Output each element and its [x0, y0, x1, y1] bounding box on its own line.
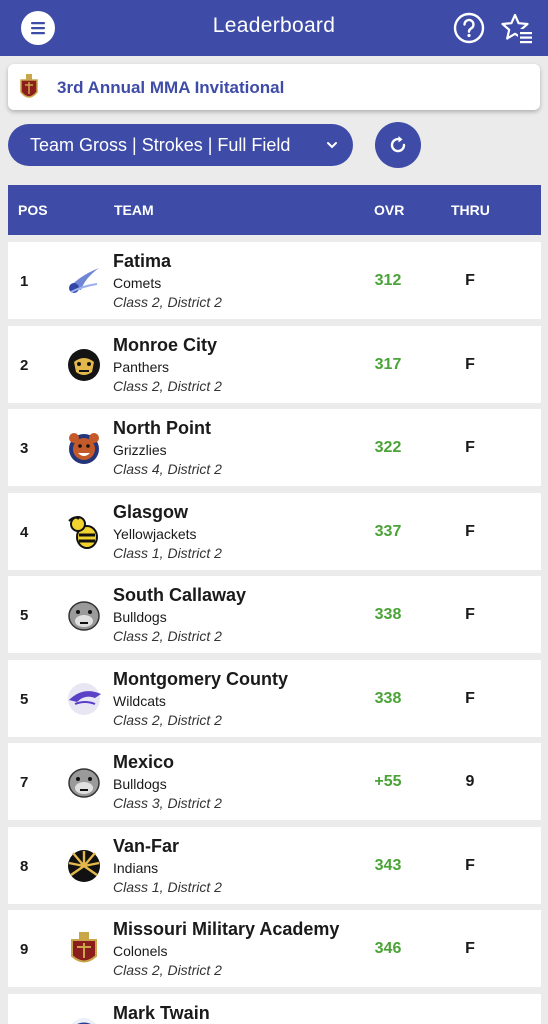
table-row[interactable]: Mark Twain [8, 993, 541, 1024]
refresh-button[interactable] [375, 122, 421, 168]
team-name: Monroe City [113, 334, 218, 355]
table-row[interactable]: 5 Montgomery County Wildcats Class 2, Di… [8, 659, 541, 737]
holes-thru: F [465, 439, 475, 456]
team-mascot: Panthers [113, 358, 170, 375]
table-row[interactable]: 3 North Point Grizzlies Class 4, Distric… [8, 409, 541, 486]
team-name: Montgomery County [113, 668, 288, 689]
position: 3 [20, 440, 29, 457]
overall-score: 312 [374, 272, 402, 289]
team-name: Missouri Military Academy [113, 919, 340, 939]
team-name: North Point [113, 418, 211, 438]
team-mascot: Wildcats [113, 692, 166, 709]
overall-score: 322 [374, 439, 402, 456]
colonel-crest-logo [71, 932, 97, 963]
table-row[interactable]: 7 Mexico Bulldogs Class 3, District 2 +5… [8, 743, 541, 820]
bulldog-logo [68, 601, 100, 631]
yellowjacket-logo [68, 515, 98, 549]
team-division: Class 2, District 2 [113, 377, 222, 394]
team-division: Class 4, District 2 [113, 461, 222, 477]
column-header-thru: THRU [451, 202, 490, 218]
team-division: Class 1, District 2 [113, 878, 222, 895]
holes-thru: F [465, 522, 475, 540]
table-row[interactable]: 2 Monroe City Panthers Class 2, District… [8, 325, 541, 403]
holes-thru: 9 [465, 773, 475, 790]
holes-thru: F [465, 606, 475, 623]
team-mascot: Comets [113, 275, 162, 291]
position: 7 [20, 774, 29, 791]
tiger-logo [71, 1017, 97, 1024]
table-header: POS TEAM OVR THRU [8, 185, 541, 235]
team-mascot: Bulldogs [113, 776, 167, 792]
indian-logo [68, 849, 100, 882]
holes-thru: F [465, 272, 475, 289]
position: 8 [20, 857, 29, 875]
holes-thru: F [465, 940, 475, 957]
table-row[interactable]: 1 Fatima Comets Class 2, District 2 312 … [8, 242, 541, 319]
team-mascot: Yellowjackets [113, 525, 197, 542]
team-division: Class 2, District 2 [113, 711, 222, 728]
table-row[interactable]: 5 South Callaway Bulldogs Class 2, Distr… [8, 576, 541, 653]
position: 2 [20, 356, 29, 374]
position: 1 [20, 273, 29, 290]
comet-logo [69, 268, 99, 293]
refresh-icon [390, 136, 406, 153]
overall-score: 338 [374, 606, 402, 623]
holes-thru: F [465, 689, 475, 707]
overall-score: 338 [374, 689, 402, 707]
app-header: Leaderboard [0, 0, 548, 56]
position: 5 [20, 607, 29, 624]
table-row[interactable]: 8 Van-Far Indians Class 1, District 2 34… [8, 826, 541, 904]
overall-score: +55 [374, 773, 402, 790]
event-name: 3rd Annual MMA Invitational [57, 78, 285, 97]
position: 9 [20, 941, 29, 958]
favorites-list-icon[interactable] [500, 12, 534, 46]
team-mascot: Indians [113, 859, 159, 876]
overall-score: 346 [374, 940, 402, 957]
filter-selected-value: Team Gross | Strokes | Full Field [30, 135, 291, 155]
grizzly-logo [69, 433, 99, 464]
team-division: Class 2, District 2 [113, 962, 222, 978]
team-name: Fatima [113, 251, 172, 271]
chevron-down-icon [327, 142, 337, 149]
team-mascot: Bulldogs [113, 609, 167, 625]
position: 4 [20, 523, 29, 541]
academy-crest-icon [20, 74, 38, 98]
leaderboard-filter-dropdown[interactable]: Team Gross | Strokes | Full Field [8, 124, 353, 166]
overall-score: 343 [374, 856, 402, 874]
team-division: Class 2, District 2 [113, 628, 222, 644]
table-row[interactable]: 4 Glasgow Yellowjackets Class 1, Distric… [8, 492, 541, 570]
overall-score: 317 [374, 355, 402, 373]
team-division: Class 1, District 2 [113, 544, 222, 561]
team-name: Mexico [113, 752, 175, 772]
holes-thru: F [465, 856, 475, 874]
column-header-pos: POS [18, 202, 48, 218]
team-division: Class 3, District 2 [113, 795, 222, 811]
column-header-team: TEAM [114, 202, 154, 218]
holes-thru: F [465, 355, 475, 373]
team-name: South Callaway [113, 585, 247, 605]
team-mascot: Colonels [113, 943, 168, 959]
position: 5 [20, 690, 29, 708]
bulldog-logo [68, 768, 100, 798]
panther-logo [68, 348, 100, 381]
help-icon[interactable] [453, 12, 485, 44]
table-row[interactable]: 9 Missouri Military Academy Colonels Cla… [8, 910, 541, 987]
wildcat-logo [68, 682, 101, 715]
team-name: Mark Twain [113, 1002, 210, 1023]
team-name: Van-Far [113, 835, 180, 856]
team-mascot: Grizzlies [113, 442, 167, 458]
team-division: Class 2, District 2 [113, 294, 222, 310]
column-header-ovr: OVR [374, 202, 405, 218]
overall-score: 337 [374, 522, 402, 540]
event-card[interactable]: 3rd Annual MMA Invitational [8, 64, 540, 110]
team-name: Glasgow [113, 501, 189, 522]
